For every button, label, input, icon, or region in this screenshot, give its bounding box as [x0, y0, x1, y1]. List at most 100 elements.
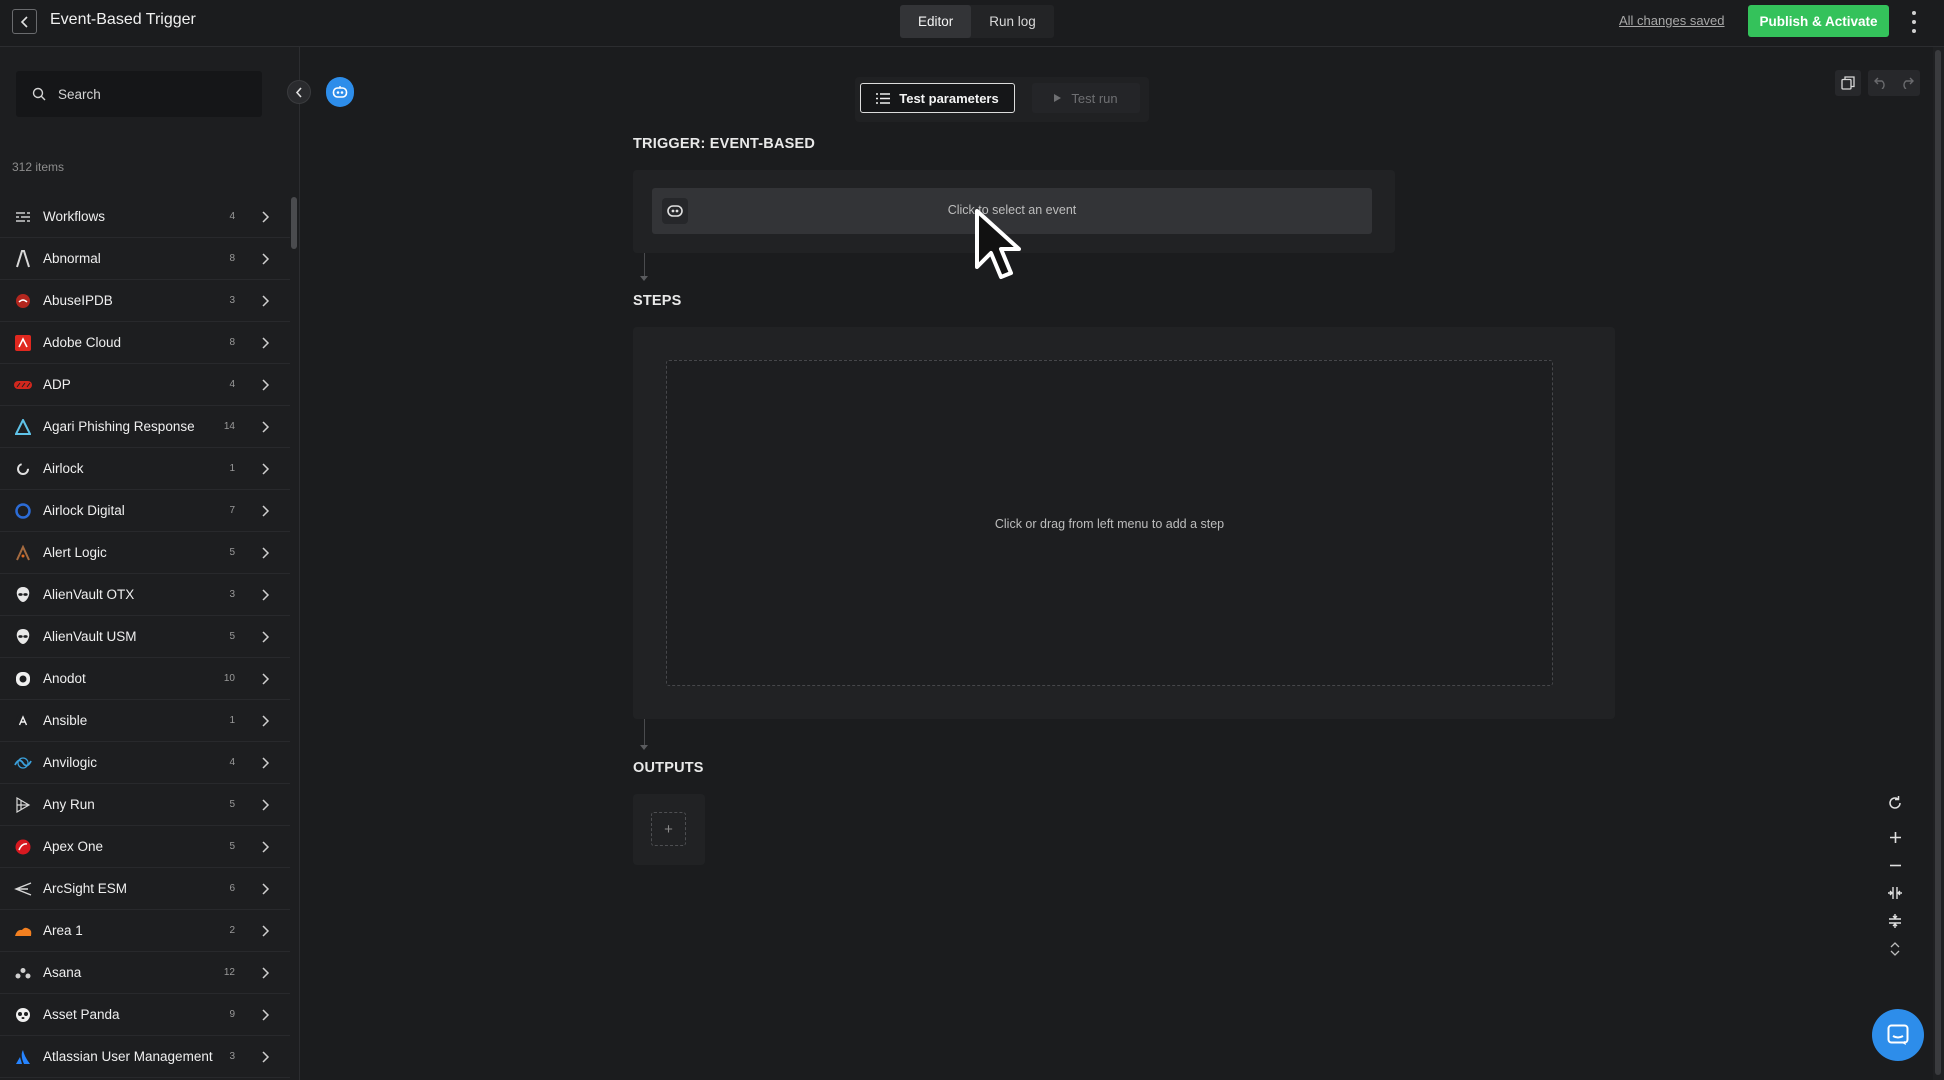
abuseipdb-icon — [14, 292, 32, 310]
sidebar-item-count: 4 — [229, 757, 235, 768]
play-icon — [1054, 94, 1062, 102]
sidebar-item-alienvault-usm[interactable]: AlienVault USM 5 — [0, 616, 290, 658]
arcsight-icon — [14, 880, 32, 898]
search-input[interactable]: Search — [16, 71, 262, 117]
add-output-button[interactable]: + — [651, 812, 686, 846]
sidebar-item-any-run[interactable]: Any Run 5 — [0, 784, 290, 826]
sidebar-item-label: Area 1 — [43, 923, 83, 938]
sidebar-item-agari-phishing-response[interactable]: Agari Phishing Response 14 — [0, 406, 290, 448]
chevron-right-icon — [262, 295, 270, 307]
asana-icon — [14, 964, 32, 982]
zoom-in-button[interactable] — [1880, 824, 1910, 850]
sidebar-item-count: 5 — [229, 547, 235, 558]
sidebar-item-count: 7 — [229, 505, 235, 516]
expand-collapse-button[interactable] — [1880, 936, 1910, 962]
chevron-left-icon — [295, 86, 302, 98]
sidebar-item-asset-panda[interactable]: Asset Panda 9 — [0, 994, 290, 1036]
sidebar-item-adp[interactable]: ADP 4 — [0, 364, 290, 406]
sidebar-item-anvilogic[interactable]: Anvilogic 4 — [0, 742, 290, 784]
chevron-right-icon — [262, 589, 270, 601]
page-title: Event-Based Trigger — [50, 11, 196, 28]
tab-editor[interactable]: Editor — [900, 5, 972, 38]
save-status-link[interactable]: All changes saved — [1619, 13, 1725, 28]
collapse-sidebar-button[interactable] — [287, 80, 311, 104]
connector-arrow — [640, 276, 648, 281]
sidebar-item-alienvault-otx[interactable]: AlienVault OTX 3 — [0, 574, 290, 616]
adp-icon — [14, 376, 32, 394]
fit-height-button[interactable] — [1880, 908, 1910, 934]
sidebar-item-count: 5 — [229, 799, 235, 810]
zoom-out-button[interactable] — [1880, 852, 1910, 878]
more-options-icon[interactable] — [1906, 8, 1922, 36]
chat-support-button[interactable] — [1872, 1009, 1924, 1061]
sidebar-item-apex-one[interactable]: Apex One 5 — [0, 826, 290, 868]
anvilogic-icon — [14, 754, 32, 772]
sidebar-item-adobe-cloud[interactable]: Adobe Cloud 8 — [0, 322, 290, 364]
asset-panda-icon — [14, 1006, 32, 1024]
minus-icon — [1889, 864, 1901, 866]
sidebar-item-label: Apex One — [43, 839, 104, 854]
tab-run-log[interactable]: Run log — [971, 5, 1054, 38]
copy-button[interactable] — [1835, 70, 1861, 96]
sidebar-item-count: 4 — [229, 379, 235, 390]
chevron-right-icon — [262, 421, 270, 433]
sidebar-item-alert-logic[interactable]: Alert Logic 5 — [0, 532, 290, 574]
sidebar-item-label: Workflows — [43, 209, 106, 224]
sidebar-item-anodot[interactable]: Anodot 10 — [0, 658, 290, 700]
workflows-icon — [14, 208, 32, 226]
sidebar-item-label: Airlock — [43, 461, 84, 476]
sidebar-item-label: Ansible — [43, 713, 88, 728]
test-run-button[interactable]: Test run — [1032, 83, 1140, 113]
chevron-right-icon — [262, 883, 270, 895]
sidebar-item-airlock-digital[interactable]: Airlock Digital 7 — [0, 490, 290, 532]
connector-line — [644, 253, 645, 276]
sidebar-item-label: Alert Logic — [43, 545, 107, 560]
sidebar-item-atlassian-user-management[interactable]: Atlassian User Management 3 — [0, 1036, 290, 1078]
atlassian-icon — [14, 1048, 32, 1066]
sidebar-item-abnormal[interactable]: Abnormal 8 — [0, 238, 290, 280]
agari-icon — [14, 418, 32, 436]
publish-activate-button[interactable]: Publish & Activate — [1748, 5, 1889, 37]
back-button[interactable] — [12, 9, 37, 34]
sidebar-item-count: 2 — [229, 925, 235, 936]
chevron-right-icon — [262, 799, 270, 811]
zoom-controls — [1880, 790, 1910, 972]
assistant-bot-button[interactable] — [326, 77, 354, 107]
fit-horizontal-icon — [1888, 887, 1902, 899]
redo-icon[interactable] — [1900, 77, 1914, 89]
steps-drop-zone[interactable]: Click or drag from left menu to add a st… — [666, 360, 1553, 686]
sidebar-item-airlock[interactable]: Airlock 1 — [0, 448, 290, 490]
sidebar-item-ansible[interactable]: Ansible 1 — [0, 700, 290, 742]
integrations-list: Workflows 4 Abnormal 8 AbuseIPDB 3 Adobe Cloud… — [0, 196, 290, 1078]
sidebar-item-area-1[interactable]: Area 1 2 — [0, 910, 290, 952]
sidebar-item-label: Atlassian User Management — [43, 1049, 213, 1064]
test-parameters-button[interactable]: Test parameters — [860, 83, 1015, 113]
area1-icon — [14, 922, 32, 940]
reset-view-button[interactable] — [1880, 790, 1910, 816]
mouse-cursor-icon — [975, 209, 1021, 279]
sidebar-item-label: Asana — [43, 965, 82, 980]
apex-one-icon — [14, 838, 32, 856]
sidebar-item-asana[interactable]: Asana 12 — [0, 952, 290, 994]
sidebar-item-workflows[interactable]: Workflows 4 — [0, 196, 290, 238]
sidebar-item-abuseipdb[interactable]: AbuseIPDB 3 — [0, 280, 290, 322]
airlock-icon — [14, 460, 32, 478]
undo-icon[interactable] — [1874, 77, 1888, 89]
sidebar-item-label: Abnormal — [43, 251, 101, 266]
chevron-right-icon — [262, 925, 270, 937]
trigger-heading: TRIGGER: EVENT-BASED — [633, 136, 816, 152]
chevron-right-icon — [262, 757, 270, 769]
items-count: 312 items — [12, 160, 65, 174]
sidebar-scrollbar[interactable] — [291, 197, 297, 249]
connector-arrow — [640, 745, 648, 750]
fit-width-button[interactable] — [1880, 880, 1910, 906]
canvas-scrollbar[interactable] — [1935, 50, 1941, 1075]
sidebar-item-arcsight-esm[interactable]: ArcSight ESM 6 — [0, 868, 290, 910]
anodot-icon — [14, 670, 32, 688]
sidebar-item-label: Adobe Cloud — [43, 335, 122, 350]
sidebar-item-label: AlienVault OTX — [43, 587, 135, 602]
sidebar-item-label: Anvilogic — [43, 755, 98, 770]
sidebar-item-count: 3 — [229, 295, 235, 306]
sidebar-item-label: Any Run — [43, 797, 95, 812]
sidebar-item-label: AlienVault USM — [43, 629, 137, 644]
